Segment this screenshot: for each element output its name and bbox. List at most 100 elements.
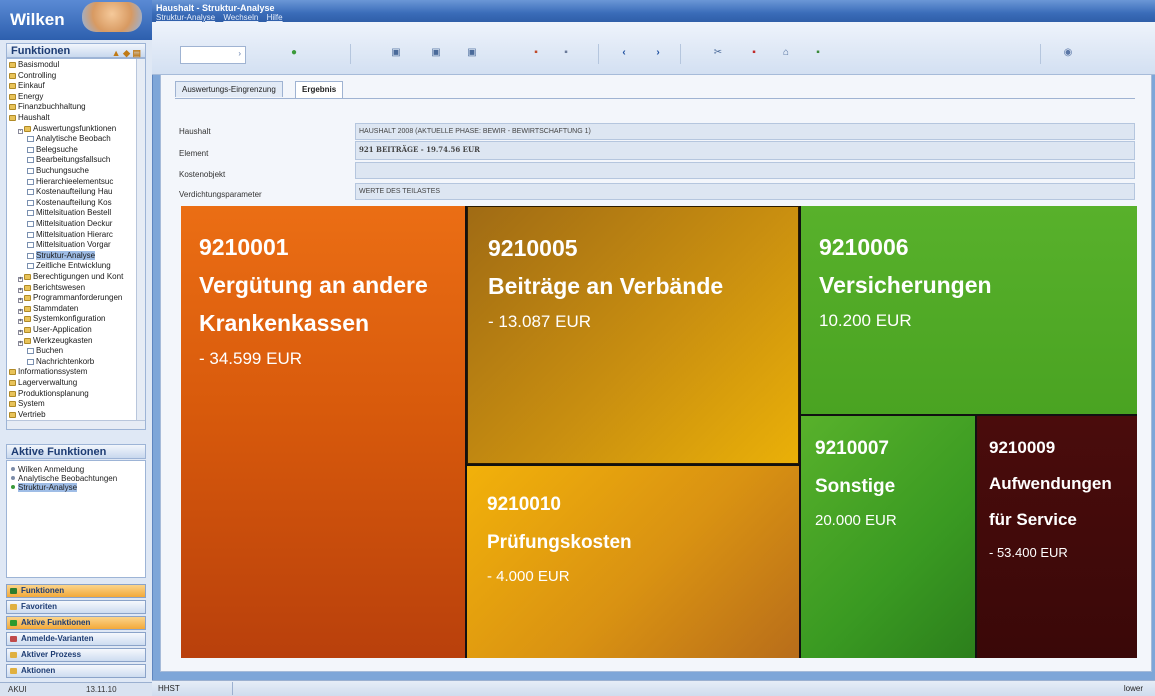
folder-icon — [9, 72, 16, 79]
grid-icon[interactable]: ▣ — [466, 47, 478, 59]
tree-item[interactable]: Controlling — [9, 71, 56, 80]
tree-item-label: Programmanforderungen — [33, 293, 123, 303]
menu-struktur-analyse[interactable]: Struktur-Analyse — [156, 13, 215, 22]
tree-item[interactable]: Buchungsuche — [27, 166, 89, 175]
tree-item[interactable]: Produktionsplanung — [9, 389, 89, 398]
treemap-tile-9210009[interactable]: 9210009 Aufwendungen für Service - 53.40… — [977, 416, 1137, 658]
delete-icon[interactable]: ▪ — [748, 47, 760, 59]
tree-item-label: Produktionsplanung — [18, 388, 89, 398]
tree-item-label: Mittelsituation Vorgar — [36, 240, 111, 250]
tree-item[interactable]: Struktur-Analyse — [27, 250, 96, 260]
field-verdichtungsparameter: WERTE DES TEILASTES — [355, 183, 1135, 200]
document-icon — [27, 252, 34, 259]
expand-icon[interactable]: + — [18, 319, 23, 325]
settings-icon[interactable]: ◉ — [1062, 47, 1074, 59]
back-icon[interactable]: ‹ — [618, 47, 630, 59]
folder-icon — [24, 295, 31, 302]
bullet-icon — [11, 476, 15, 480]
treemap-tile-9210001[interactable]: 9210001 Vergütung an andere Krankenkasse… — [181, 206, 465, 658]
tree-item-label: System — [18, 399, 45, 409]
nav-button[interactable]: Anmelde-Varianten — [6, 632, 146, 646]
tree-item[interactable]: + Berechtigungen und Kont — [18, 272, 123, 282]
cut-icon[interactable]: ✂ — [712, 47, 724, 59]
treemap-tile-9210006[interactable]: 9210006 Versicherungen 10.200 EUR — [801, 206, 1137, 414]
export-icon[interactable]: ▪ — [530, 47, 542, 59]
tree-item[interactable]: Einkauf — [9, 81, 45, 90]
tree-item[interactable]: + Programmanforderungen — [18, 293, 123, 304]
treemap-tile-9210010[interactable]: 9210010 Prüfungskosten - 4.000 EUR — [467, 466, 799, 658]
nav-button[interactable]: Aktive Funktionen — [6, 616, 146, 630]
tree-horizontal-scrollbar[interactable] — [7, 420, 145, 429]
tree-item-label: Belegsuche — [36, 144, 78, 154]
expand-icon[interactable]: + — [18, 308, 23, 314]
expand-icon[interactable]: + — [18, 298, 23, 304]
nav-button[interactable]: Funktionen — [6, 584, 146, 598]
nav-button[interactable]: Favoriten — [6, 600, 146, 614]
tree-item[interactable]: Energy — [9, 92, 43, 101]
active-function-item[interactable]: Analytische Beobachtungen — [11, 474, 117, 483]
collapse-icon[interactable]: - — [18, 128, 23, 134]
structure-treemap: 9210001 Vergütung an andere Krankenkasse… — [181, 206, 1137, 658]
menu-wechseln[interactable]: Wechseln — [223, 13, 258, 22]
tree-item[interactable]: Belegsuche — [27, 145, 78, 154]
tree-item[interactable]: + Systemkonfiguration — [18, 314, 105, 325]
tree-item[interactable]: + User-Application — [18, 325, 92, 335]
tree-item[interactable]: Nachrichtenkorb — [27, 357, 94, 366]
tree-item[interactable]: Vertrieb — [9, 410, 46, 419]
tile-name: Beiträge an Verbände — [488, 273, 724, 299]
tree-item[interactable]: Lagerverwaltung — [9, 378, 77, 387]
tree-item[interactable]: System — [9, 399, 45, 408]
expand-icon[interactable]: + — [18, 287, 23, 293]
print-icon[interactable]: ▪ — [560, 47, 572, 59]
add-icon[interactable]: ● — [288, 47, 300, 59]
tree-item[interactable]: Analytische Beobach — [27, 134, 111, 143]
layout-icon[interactable]: ▣ — [430, 47, 442, 59]
document-icon — [27, 358, 34, 365]
expand-icon[interactable]: + — [18, 277, 23, 282]
tree-item[interactable]: Mittelsituation Vorgar — [27, 240, 111, 249]
tab-auswertungs-eingrenzung[interactable]: Auswertungs-Eingrenzung — [175, 81, 283, 97]
tree-item[interactable]: Mittelsituation Bestell — [27, 208, 111, 217]
tree-item[interactable]: + Berichtswesen — [18, 283, 85, 293]
active-function-item[interactable]: Struktur-Analyse — [11, 483, 78, 492]
nav-button-icon — [10, 620, 17, 626]
tree-item[interactable]: Kostenaufteilung Hau — [27, 187, 113, 196]
tree-vertical-scrollbar[interactable] — [136, 59, 145, 429]
tree-item-label: Auswertungsfunktionen — [33, 123, 117, 133]
tree-item[interactable]: Zeitliche Entwicklung — [27, 261, 111, 270]
tree-item[interactable]: Kostenaufteilung Kos — [27, 198, 112, 207]
expand-icon[interactable]: + — [18, 340, 23, 346]
tree-item[interactable]: Finanzbuchhaltung — [9, 102, 86, 111]
tree-item-label: Analytische Beobach — [36, 134, 111, 144]
tree-item[interactable]: Bearbeitungsfallsuch — [27, 155, 110, 164]
tree-item[interactable]: Mittelsituation Hierarc — [27, 230, 113, 239]
document-icon — [27, 242, 34, 249]
menu-hilfe[interactable]: Hilfe — [267, 13, 283, 22]
home-icon[interactable]: ⌂ — [780, 47, 792, 59]
nav-button-label: Aktive Funktionen — [21, 618, 91, 627]
nav-button[interactable]: Aktiver Prozess — [6, 648, 146, 662]
tree-item[interactable]: + Werkzeugkasten — [18, 336, 92, 346]
tree-item[interactable]: Hierarchieelementsuc — [27, 177, 113, 186]
field-kostenobjekt — [355, 162, 1135, 179]
treemap-tile-9210007[interactable]: 9210007 Sonstige 20.000 EUR — [801, 416, 975, 658]
tree-item[interactable]: Basismodul — [9, 60, 59, 69]
tree-item[interactable]: - Auswertungsfunktionen — [18, 123, 117, 134]
window-icon[interactable]: ▣ — [390, 47, 402, 59]
tree-item[interactable]: Haushalt — [9, 113, 50, 122]
tree-item[interactable]: Mittelsituation Deckur — [27, 219, 112, 228]
tree-item[interactable]: Buchen — [27, 346, 63, 355]
tree-item-label: Kostenaufteilung Hau — [36, 187, 113, 197]
record-selector[interactable]: › — [180, 46, 246, 64]
active-function-label: Analytische Beobachtungen — [18, 474, 118, 483]
tree-item[interactable]: + Stammdaten — [18, 304, 78, 314]
nav-button[interactable]: Aktionen — [6, 664, 146, 678]
treemap-tile-9210005[interactable]: 9210005 Beiträge an Verbände - 13.087 EU… — [467, 206, 799, 464]
tab-ergebnis[interactable]: Ergebnis — [295, 81, 344, 98]
active-function-item[interactable]: Wilken Anmeldung — [11, 465, 84, 474]
tree-item[interactable]: Informationssystem — [9, 367, 87, 376]
forward-icon[interactable]: › — [652, 47, 664, 59]
save-icon[interactable]: ▪ — [812, 47, 824, 59]
expand-icon[interactable]: + — [18, 330, 23, 335]
tree-item-label: Mittelsituation Bestell — [36, 208, 112, 218]
